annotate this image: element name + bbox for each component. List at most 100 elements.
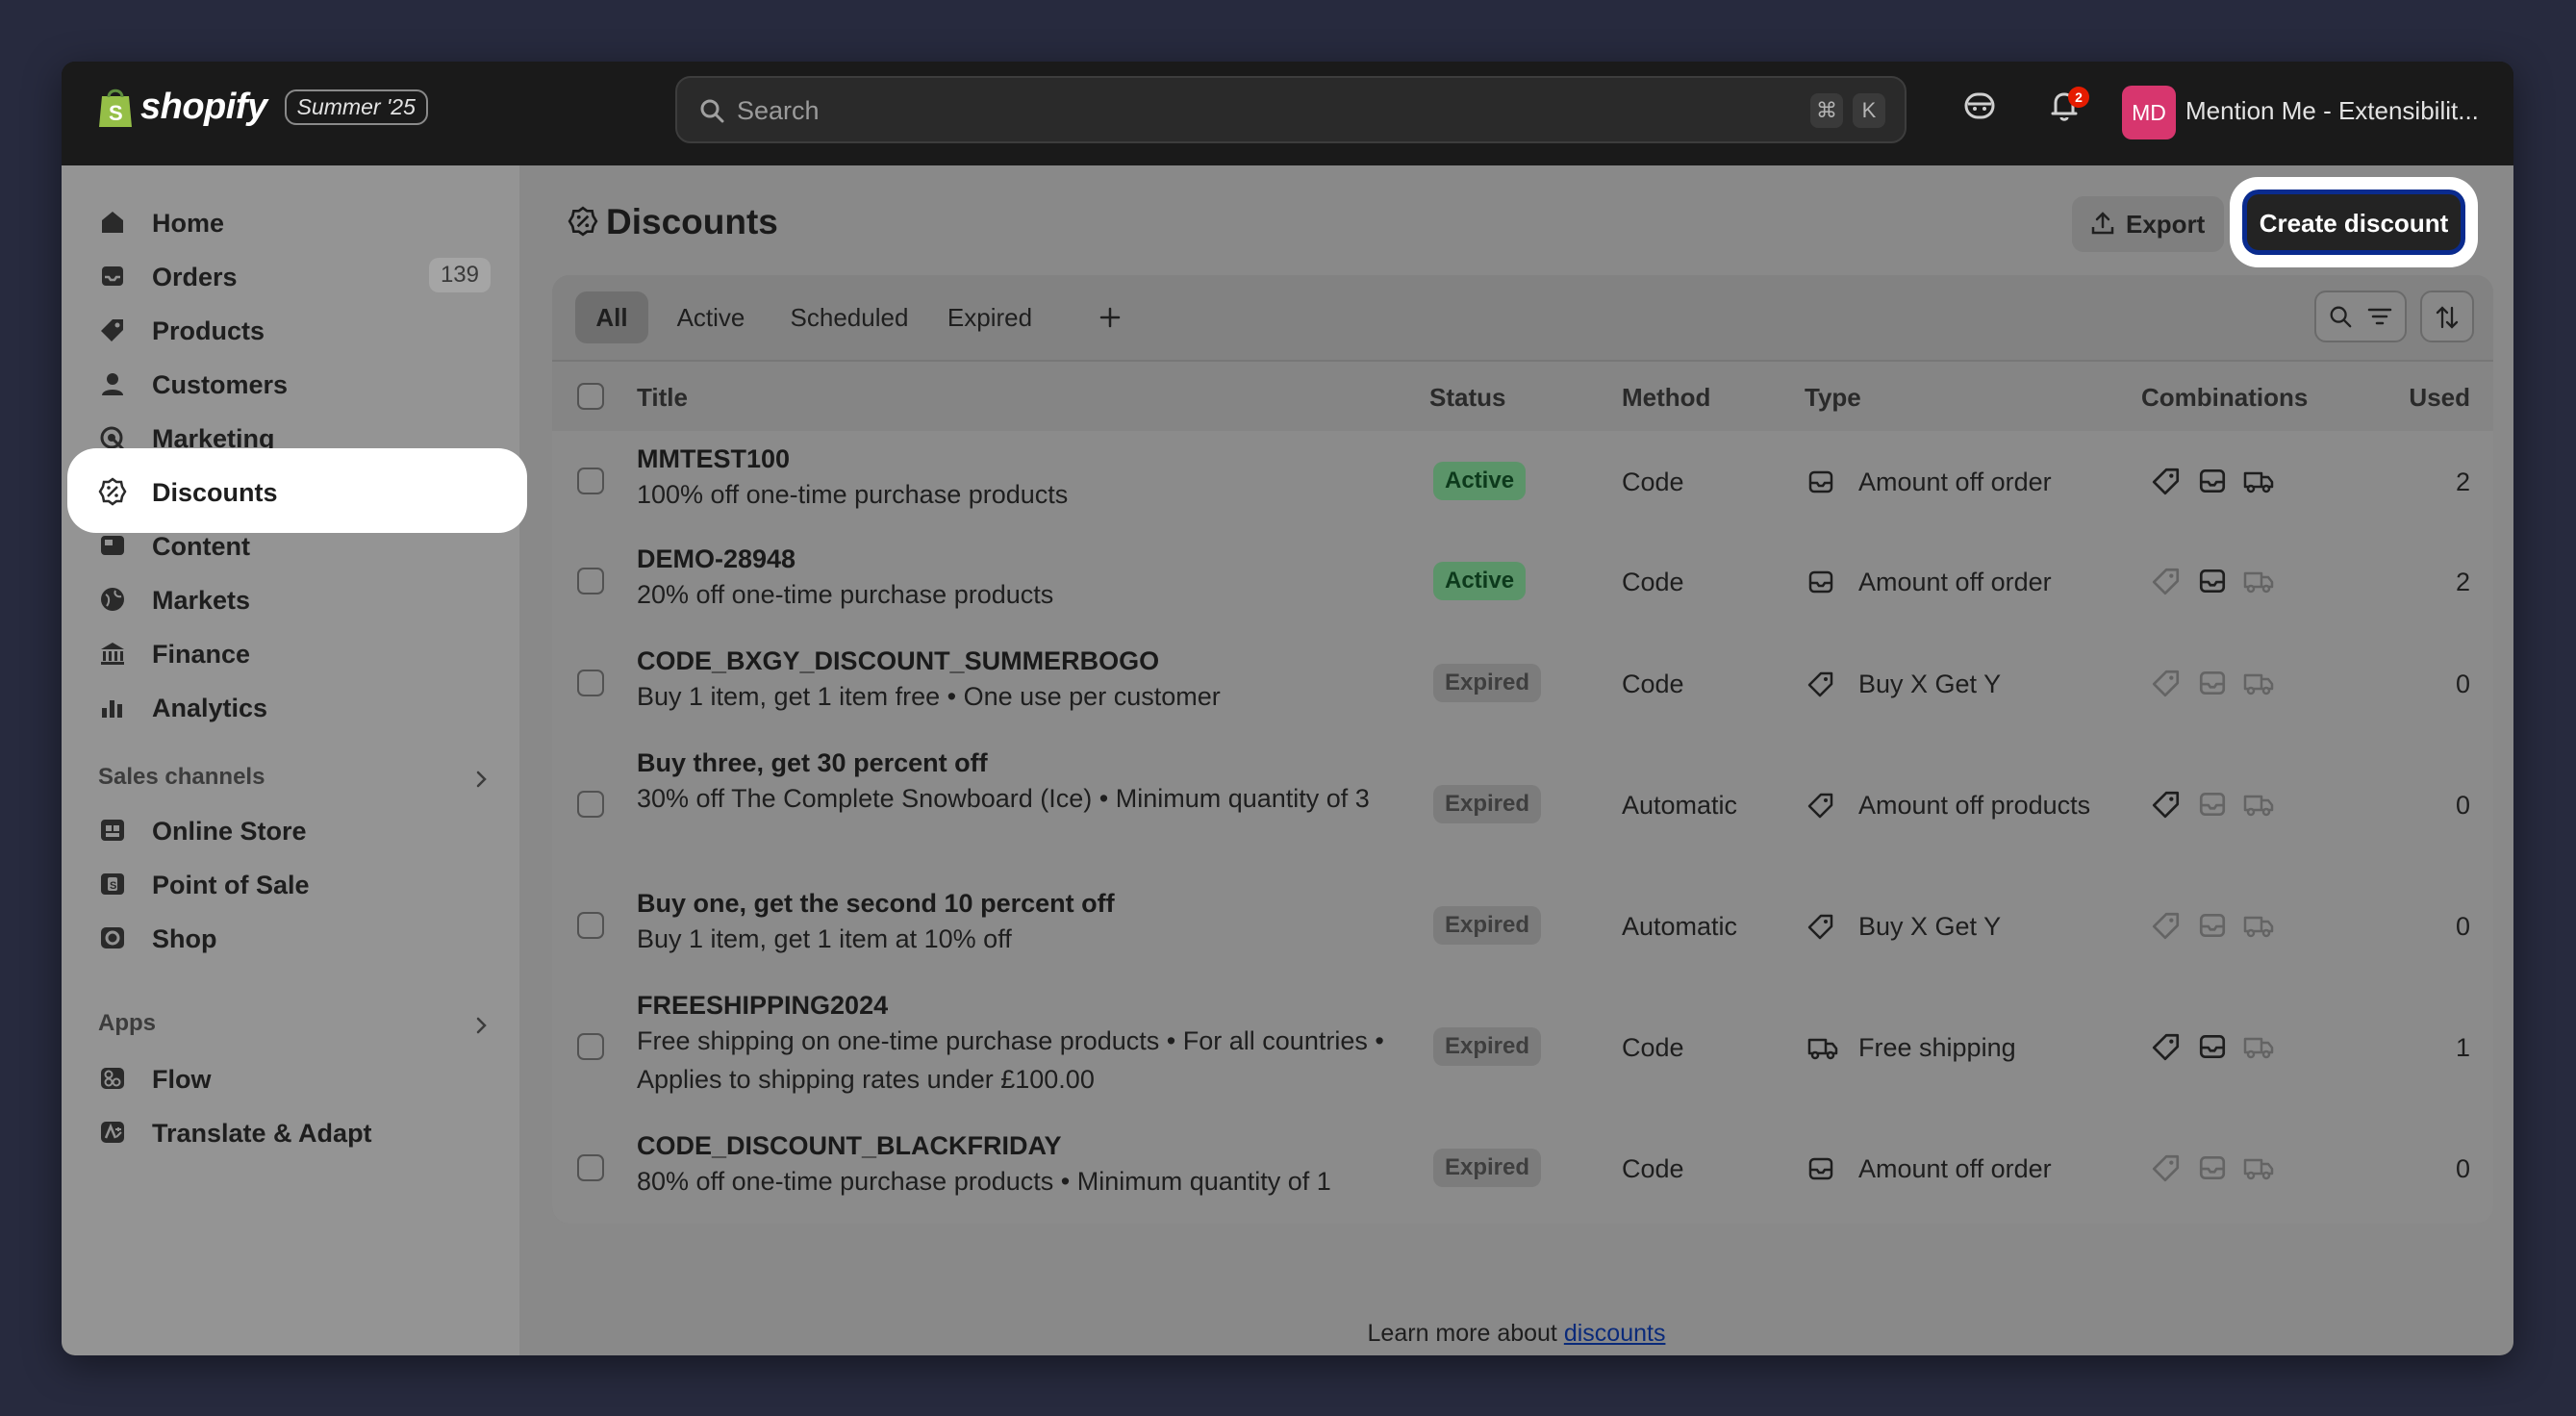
table-row[interactable]: Buy one, get the second 10 percent off B…: [552, 875, 2493, 979]
status-badge: Expired: [1433, 1149, 1542, 1187]
apps-heading[interactable]: Apps: [98, 1010, 156, 1037]
notification-count-badge: 2: [2068, 87, 2089, 108]
used-count: 0: [2455, 670, 2470, 698]
search-icon: [700, 99, 724, 123]
column-status[interactable]: Status: [1429, 383, 1505, 413]
sidebar-item-shop[interactable]: Shop: [83, 910, 512, 964]
discount-title[interactable]: CODE_BXGY_DISCOUNT_SUMMERBOGO: [637, 646, 1159, 676]
table-row[interactable]: DEMO-28948 20% off one-time purchase pro…: [552, 531, 2493, 635]
tag-icon: [1807, 793, 1833, 819]
row-checkbox[interactable]: [577, 912, 604, 939]
discount-title[interactable]: MMTEST100: [637, 444, 790, 474]
truck-icon: [2243, 1158, 2274, 1180]
sidebar-item-discounts[interactable]: Discounts: [83, 464, 512, 518]
column-combinations[interactable]: Combinations: [2141, 383, 2308, 413]
tab-expired[interactable]: Expired: [935, 291, 1045, 343]
status-badge: Expired: [1433, 1027, 1542, 1066]
method-value: Automatic: [1622, 791, 1738, 820]
column-title[interactable]: Title: [637, 383, 688, 413]
type-value: Buy X Get Y: [1858, 670, 2002, 698]
sidebar-item-finance[interactable]: Finance: [83, 625, 512, 679]
combinations-cell: [2151, 1152, 2275, 1188]
sidebar-item-translate-adapt[interactable]: Translate & Adapt: [83, 1104, 512, 1158]
sidebar-item-marketing[interactable]: Marketing: [83, 410, 512, 464]
combinations-cell: [2151, 789, 2275, 824]
method-value: Code: [1622, 568, 1684, 596]
method-value: Code: [1622, 468, 1684, 496]
discount-title[interactable]: FREESHIPPING2024: [637, 991, 888, 1021]
sidebar-item-customers[interactable]: Customers: [83, 356, 512, 410]
sidebar-item-label: Customers: [152, 370, 289, 399]
order-icon: [2200, 914, 2226, 937]
sales-channels-heading[interactable]: Sales channels: [98, 764, 265, 791]
row-checkbox[interactable]: [577, 670, 604, 696]
discount-title[interactable]: Buy three, get 30 percent off: [637, 748, 988, 778]
column-method[interactable]: Method: [1622, 383, 1710, 413]
table-row[interactable]: CODE_BXGY_DISCOUNT_SUMMERBOGO Buy 1 item…: [552, 633, 2493, 737]
create-discount-button[interactable]: Create discount: [2247, 194, 2461, 250]
export-button[interactable]: Export: [2072, 196, 2224, 252]
chevron-right-icon[interactable]: [469, 768, 492, 791]
table-row[interactable]: FREESHIPPING2024 Free shipping on one-ti…: [552, 977, 2493, 1120]
status-badge: Active: [1433, 462, 1527, 500]
shopify-logo[interactable]: S shopify Summer '25: [96, 85, 428, 129]
tab-scheduled[interactable]: Scheduled: [771, 291, 927, 343]
discount-description: 100% off one-time purchase products: [637, 480, 1069, 509]
discounts-help-link[interactable]: discounts: [1564, 1320, 1666, 1347]
table-row[interactable]: MMTEST100 100% off one-time purchase pro…: [552, 431, 2493, 533]
used-count: 2: [2455, 468, 2470, 496]
store-name[interactable]: Mention Me - Extensibilit...: [2185, 96, 2479, 126]
order-icon: [2200, 671, 2226, 695]
column-type[interactable]: Type: [1805, 383, 1861, 413]
table-row[interactable]: CODE_DISCOUNT_BLACKFRIDAY 80% off one-ti…: [552, 1118, 2493, 1224]
select-all-checkbox[interactable]: [577, 383, 604, 410]
sidebar-item-content[interactable]: Content: [83, 518, 512, 571]
table-row[interactable]: Buy three, get 30 percent off 30% off Th…: [552, 735, 2493, 877]
sidebar-item-online-store[interactable]: Online Store: [83, 802, 512, 856]
tag-icon: [2152, 670, 2180, 697]
inbox-icon: [102, 266, 123, 286]
search-icon: [2330, 306, 2352, 328]
combinations-cell: [2151, 1031, 2275, 1067]
row-checkbox[interactable]: [577, 468, 604, 494]
sidebar-item-label: Flow: [152, 1065, 212, 1094]
add-view-icon[interactable]: [1097, 304, 1124, 331]
discount-title[interactable]: CODE_DISCOUNT_BLACKFRIDAY: [637, 1131, 1062, 1161]
row-checkbox[interactable]: [577, 568, 604, 594]
shortcut-k-key: K: [1853, 93, 1885, 128]
column-used[interactable]: Used: [2409, 383, 2470, 413]
sidebar-item-home[interactable]: Home: [83, 194, 512, 248]
discount-description: Free shipping on one-time purchase produ…: [637, 1026, 1384, 1094]
store-icon: [101, 820, 124, 841]
sidebar-item-orders[interactable]: Orders 139: [83, 248, 512, 302]
row-checkbox[interactable]: [577, 1154, 604, 1181]
sort-button[interactable]: [2420, 291, 2474, 342]
sidebar-item-label: Home: [152, 209, 225, 238]
tab-all[interactable]: All: [575, 291, 648, 343]
filter-tabs: All Active Scheduled Expired: [552, 275, 2493, 360]
search-filter-button[interactable]: [2314, 291, 2407, 342]
edition-badge[interactable]: Summer '25: [284, 88, 428, 125]
tag-icon: [2152, 1154, 2180, 1182]
chevron-right-icon[interactable]: [469, 1014, 492, 1037]
main-content: Discounts Export Create discount All Act…: [519, 165, 2513, 1355]
row-checkbox[interactable]: [577, 1033, 604, 1060]
sidekick-icon[interactable]: [1962, 88, 1997, 123]
discount-description: 80% off one-time purchase products • Min…: [637, 1167, 1331, 1196]
order-icon: [2200, 793, 2226, 816]
sidebar-item-label: Translate & Adapt: [152, 1119, 372, 1148]
footer-text: Learn more about: [1367, 1320, 1564, 1347]
discount-description: 20% off one-time purchase products: [637, 580, 1054, 609]
sidebar-item-flow[interactable]: Flow: [83, 1050, 512, 1104]
discount-title[interactable]: Buy one, get the second 10 percent off: [637, 889, 1115, 919]
tab-active[interactable]: Active: [658, 291, 764, 343]
sidebar-item-products[interactable]: Products: [83, 302, 512, 356]
search-bar[interactable]: Search ⌘ K: [675, 76, 1907, 143]
sidebar-item-point-of-sale[interactable]: S Point of Sale: [83, 856, 512, 910]
sidebar-item-markets[interactable]: Markets: [83, 571, 512, 625]
sidebar-item-analytics[interactable]: Analytics: [83, 679, 512, 733]
discount-title[interactable]: DEMO-28948: [637, 544, 796, 574]
sidebar: Home Orders 139 Products Customers Marke…: [62, 165, 519, 1355]
avatar[interactable]: MD: [2122, 86, 2176, 139]
row-checkbox[interactable]: [577, 791, 604, 818]
